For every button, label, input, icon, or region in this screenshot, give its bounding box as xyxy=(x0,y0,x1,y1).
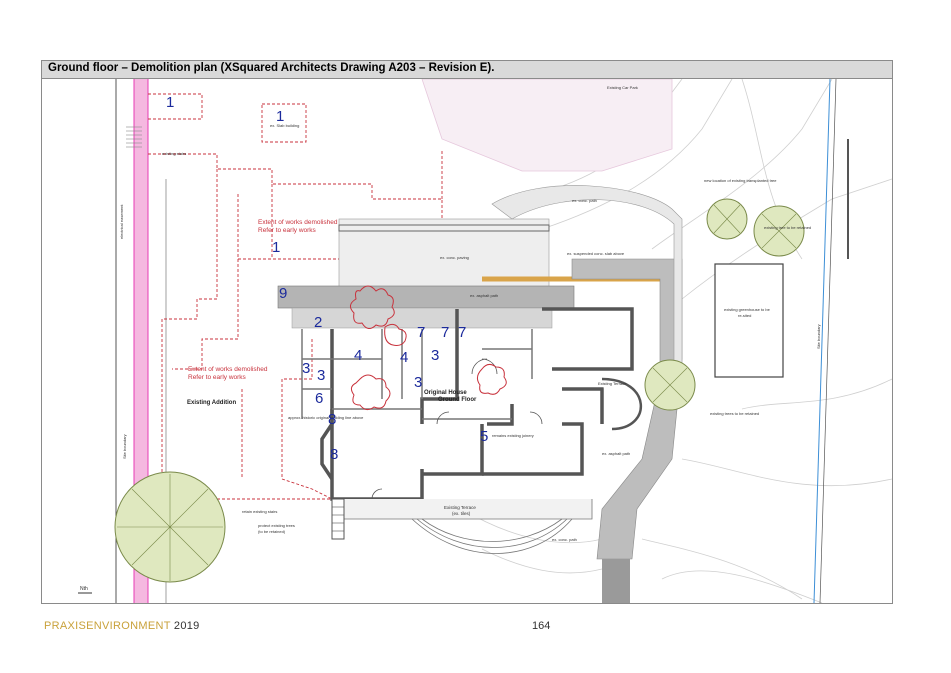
note-demolished-2a: Extent of works demolished xyxy=(188,366,268,373)
label-asphalt-path: ex. asphalt path xyxy=(470,293,498,298)
label-site-boundary-left: Site boundary xyxy=(122,434,127,459)
label-conc-path-top: ex. conc. path xyxy=(572,198,597,203)
label-protect-trees-1: protect existing trees xyxy=(258,523,295,528)
label-electrical-easement: electrical easement xyxy=(119,204,124,239)
car-park-area xyxy=(421,79,673,172)
item-number: 7 xyxy=(458,324,466,341)
label-retain-stairs: retain existing stairs xyxy=(242,509,277,514)
item-number: 1 xyxy=(272,239,280,256)
label-site-boundary-right: Site boundary xyxy=(816,324,821,349)
asphalt-path-strip xyxy=(277,285,575,309)
item-number: 7 xyxy=(417,324,425,341)
label-asphalt-path-side: ex. asphalt path xyxy=(602,451,630,456)
item-number: 3 xyxy=(302,360,310,377)
label-greenhouse-2: re-sited xyxy=(738,313,751,318)
item-number: 3 xyxy=(414,374,422,391)
existing-greenhouse xyxy=(714,263,784,378)
right-bay xyxy=(601,377,642,431)
item-number: 1 xyxy=(166,94,174,111)
note-demolished-2b: Refer to early works xyxy=(188,374,247,381)
footer-year: 2019 xyxy=(173,620,200,632)
label-greenhouse-1: existing greenhouse to be xyxy=(724,307,771,312)
label-protect-trees-2: (to be retained) xyxy=(258,529,286,534)
note-demolished-1a: Extent of works demolished xyxy=(258,219,338,226)
label-original-house-2: Ground Floor xyxy=(438,397,477,403)
item-number: 6 xyxy=(315,390,323,407)
item-number: 4 xyxy=(354,347,362,364)
item-number: 3 xyxy=(317,367,325,384)
label-existing-terrace: Existing Terrace xyxy=(444,505,476,510)
demolition-plan: Nth Existing Car Park ex. Slab building … xyxy=(42,79,892,603)
label-car-park: Existing Car Park xyxy=(607,85,638,90)
label-original-house-1: Original House xyxy=(424,390,467,396)
item-number: 8 xyxy=(330,446,338,463)
west-stair xyxy=(331,498,345,540)
label-remains-joinery: remains existing joinery xyxy=(492,433,534,438)
plan-svg: Nth Existing Car Park ex. Slab building … xyxy=(78,79,892,603)
brand-part-1: PRAXIS xyxy=(44,620,87,632)
label-new-location-trees: new location of existing transplanted tr… xyxy=(704,178,777,183)
terrace-curve-3 xyxy=(411,518,573,554)
title-bar: Ground floor – Demolition plan (XSquared… xyxy=(42,61,892,79)
item-number: 4 xyxy=(400,349,408,366)
item-number: 8 xyxy=(328,411,336,428)
page-number: 164 xyxy=(532,620,551,632)
label-existing-addition: Existing Addition xyxy=(187,400,236,406)
label-existing-tree-retained: existing tree to be retained xyxy=(764,225,811,230)
item-number: 7 xyxy=(441,324,449,341)
label-conc-path-bottom: ex. conc. path xyxy=(552,537,577,542)
brand-part-2: ENVIRONMENT xyxy=(86,620,171,632)
item-number: 3 xyxy=(431,347,439,364)
footer-brand: PRAXISENVIRONMENT 2019 xyxy=(44,620,200,632)
label-approx-original: approx. historic original building line … xyxy=(288,415,364,420)
label-trees-retained: existing trees to be retained xyxy=(710,411,759,416)
drawing-frame: Ground floor – Demolition plan (XSquared… xyxy=(41,60,893,604)
item-number: 2 xyxy=(314,314,322,331)
label-conc-paving: ex. conc. paving xyxy=(440,255,469,260)
label-existing-stairs: existing stairs xyxy=(162,151,186,156)
path-exit-strip xyxy=(602,559,630,603)
north-marker: Nth xyxy=(80,586,88,592)
label-existing-terrace-right: Existing Terrace xyxy=(598,381,627,386)
label-slab-building: ex. Slab building xyxy=(270,123,299,128)
note-demolished-1b: Refer to early works xyxy=(258,227,317,234)
label-existing-terrace-sub: (ex. tiles) xyxy=(452,511,471,516)
item-number: 9 xyxy=(279,285,287,302)
terrace-curve-1 xyxy=(421,518,563,542)
drawing-title: Ground floor – Demolition plan (XSquared… xyxy=(48,62,495,74)
label-suspended-slab: ex. suspended conc. slab above xyxy=(567,251,625,256)
item-number: 1 xyxy=(276,108,284,125)
terrace-curve-2 xyxy=(416,518,568,548)
item-number: 5 xyxy=(480,428,488,445)
house-walls xyxy=(320,307,634,501)
